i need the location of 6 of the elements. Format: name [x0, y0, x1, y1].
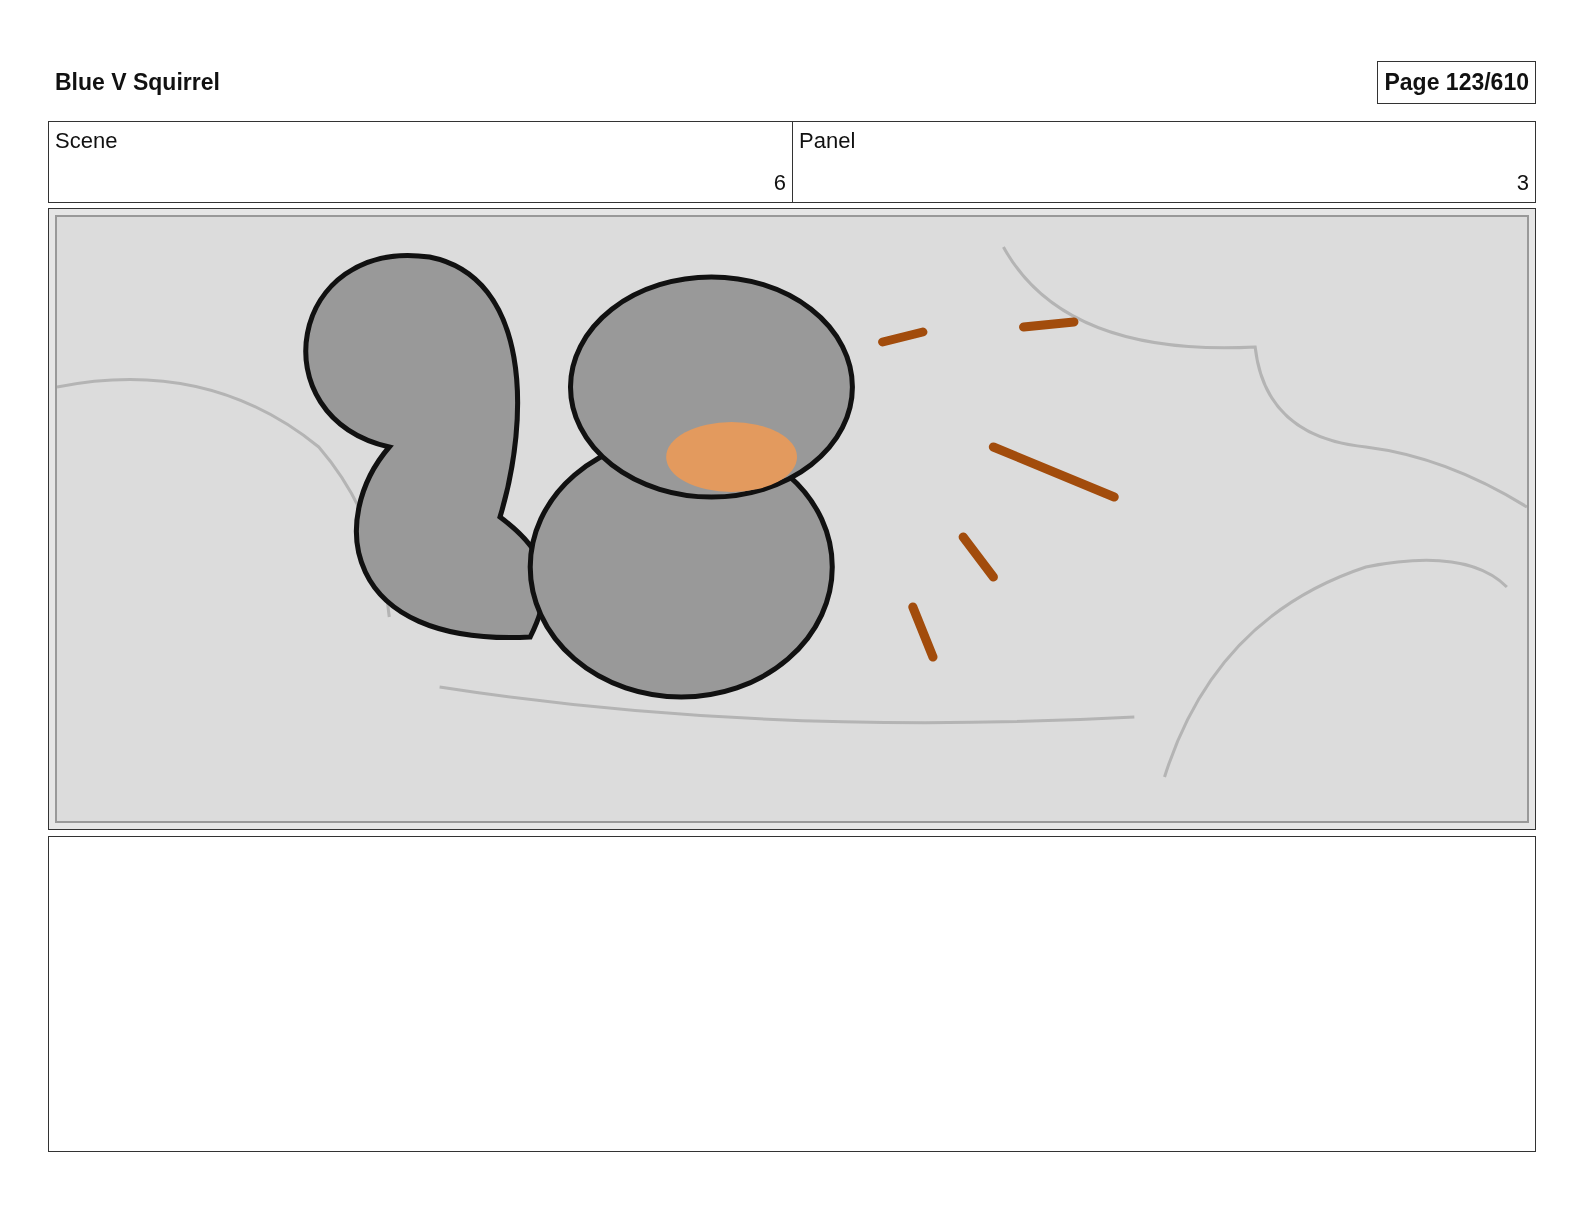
- column-header: Panel: [799, 128, 856, 154]
- storyboard-title: Blue V Squirrel: [55, 68, 220, 96]
- table-cell: 3: [1516, 170, 1529, 196]
- column-header: Scene: [55, 128, 118, 154]
- table-cell: 6: [773, 170, 786, 196]
- page-number: Page 123/610: [1377, 60, 1536, 104]
